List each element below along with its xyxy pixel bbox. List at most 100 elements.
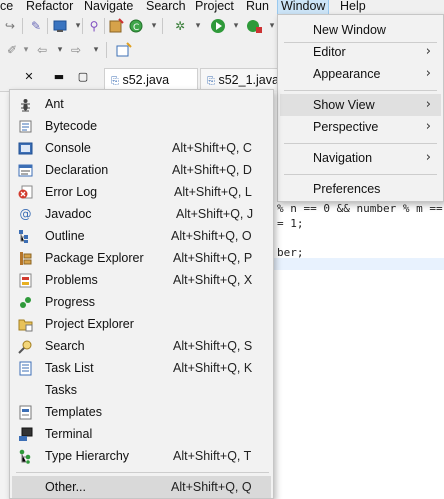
menu-item-shortcut: Alt+Shift+Q, Q [171,480,252,494]
menu-item-javadoc[interactable]: @ Javadoc Alt+Shift+Q, J [12,203,271,225]
new-package-icon[interactable] [108,18,124,34]
pen-icon[interactable]: ✎ [28,18,44,34]
menu-item-label: New Window [313,23,386,37]
open-perspective-icon[interactable] [116,42,132,58]
submenu-arrow-icon: › [425,119,431,134]
menu-item-bytecode[interactable]: Bytecode [12,115,271,137]
java-file-icon: ⎘ [207,76,215,87]
menu-item-label: Problems [45,273,98,287]
monitor-icon[interactable] [52,18,68,34]
forward-icon[interactable]: ⇨ [68,42,84,58]
menu-item-progress[interactable]: Progress [12,291,271,313]
menu-bar: ce Refactor Navigate Search Project Run … [0,0,444,15]
search-icon [18,339,33,354]
menu-item-navigation[interactable]: Navigation › [280,147,441,169]
menu-source-partial[interactable]: ce [0,0,16,14]
menu-item-editor[interactable]: Editor › [280,41,441,63]
code-line: ber; [277,246,304,259]
menu-item-shortcut: Alt+Shift+Q, X [173,273,253,287]
svg-text:C: C [133,23,139,33]
terminal-icon [18,427,33,442]
menu-item-label: Type Hierarchy [45,449,130,463]
menu-item-label: Appearance [313,67,381,81]
menu-item-new-window[interactable]: New Window [280,19,441,41]
toolbar-separator [82,18,83,34]
new-class-icon[interactable]: C [128,18,144,34]
menu-help[interactable]: Help [337,0,369,14]
menu-item-outline[interactable]: Outline Alt+Shift+Q, O [12,225,271,247]
menu-item-shortcut: Alt+Shift+Q, O [171,229,252,243]
menu-item-label: Declaration [45,163,109,177]
menu-item-preferences[interactable]: Preferences [280,178,441,200]
menu-project[interactable]: Project [192,0,237,14]
menu-navigate[interactable]: Navigate [81,0,136,14]
submenu-arrow-icon: › [425,150,431,165]
dropdown-arrow-icon[interactable]: ▾ [52,42,68,58]
menu-item-label: Project Explorer [45,317,134,331]
bug-icon[interactable]: ✲ [172,18,188,34]
menu-item-label: Bytecode [45,119,98,133]
run-external-icon[interactable] [246,18,262,34]
menu-item-shortcut: Alt+Shift+Q, P [173,251,253,265]
dropdown-arrow-icon[interactable]: ▾ [228,18,244,34]
menu-item-perspective[interactable]: Perspective › [280,116,441,138]
dropdown-arrow-icon[interactable]: ▾ [18,42,34,58]
menu-item-label: Task List [45,361,94,375]
menu-item-task-list[interactable]: Task List Alt+Shift+Q, K [12,357,271,379]
minimize-icon[interactable]: ▬ [52,70,66,84]
menu-search[interactable]: Search [143,0,189,14]
menu-run[interactable]: Run [243,0,272,14]
menu-item-console[interactable]: Console Alt+Shift+Q, C [12,137,271,159]
current-line-highlight [270,258,444,270]
menu-item-problems[interactable]: Problems Alt+Shift+Q, X [12,269,271,291]
maximize-icon[interactable]: ▢ [76,70,90,84]
java-file-icon: ⎘ [111,76,119,87]
ant-icon [18,97,33,112]
menu-item-declaration[interactable]: Declaration Alt+Shift+Q, D [12,159,271,181]
menu-item-label: Preferences [313,182,381,196]
menu-item-terminal[interactable]: Terminal [12,423,271,445]
menu-item-shortcut: Alt+Shift+Q, C [172,141,252,155]
menu-item-show-view[interactable]: Show View › [280,94,441,116]
menu-item-shortcut: Alt+Shift+Q, L [174,185,252,199]
dropdown-arrow-icon[interactable]: ▾ [190,18,206,34]
close-icon[interactable]: ✕ [22,70,36,84]
menu-item-package-explorer[interactable]: Package Explorer Alt+Shift+Q, P [12,247,271,269]
menu-item-label: Navigation [313,151,373,165]
menu-item-label: Tasks [45,383,77,397]
tab-label: s52.java [122,73,170,87]
dropdown-arrow-icon[interactable]: ▾ [146,18,162,34]
run-icon[interactable] [210,18,226,34]
toolbar-separator [22,18,23,34]
menu-item-shortcut: Alt+Shift+Q, S [173,339,253,353]
console-icon [18,141,33,156]
declaration-icon [18,163,33,178]
menu-item-shortcut: Alt+Shift+Q, T [173,449,252,463]
menu-item-shortcut: Alt+Shift+Q, K [173,361,253,375]
show-view-menu: Ant Bytecode Console Alt+Shift+Q, C Decl… [9,89,274,499]
menu-item-templates[interactable]: Templates [12,401,271,423]
menu-item-search[interactable]: Search Alt+Shift+Q, S [12,335,271,357]
package-explorer-icon [18,251,33,266]
dropdown-arrow-icon[interactable]: ▾ [88,42,104,58]
progress-icon [18,295,33,310]
submenu-arrow-icon: › [425,44,431,59]
debug-icon[interactable]: ⚲ [86,18,102,34]
menu-item-appearance[interactable]: Appearance › [280,63,441,85]
menu-item-project-explorer[interactable]: Project Explorer [12,313,271,335]
problems-icon [18,273,33,288]
menu-item-error-log[interactable]: Error Log Alt+Shift+Q, L [12,181,271,203]
menu-item-ant[interactable]: Ant [12,93,271,115]
back-icon[interactable]: ⇦ [34,42,50,58]
menu-item-other[interactable]: Other... Alt+Shift+Q, Q [12,476,271,498]
menu-item-label: Package Explorer [45,251,144,265]
javadoc-icon: @ [19,207,32,221]
dropdown-arrow-icon[interactable]: ▾ [70,18,86,34]
menu-item-tasks[interactable]: Tasks [12,379,271,401]
menu-item-label: Other... [45,480,86,494]
menu-item-type-hierarchy[interactable]: Type Hierarchy Alt+Shift+Q, T [12,445,271,467]
redo-icon[interactable]: ↪ [2,18,18,34]
project-explorer-icon [18,317,33,332]
menu-window[interactable]: Window [276,0,330,15]
menu-refactor[interactable]: Refactor [23,0,76,14]
